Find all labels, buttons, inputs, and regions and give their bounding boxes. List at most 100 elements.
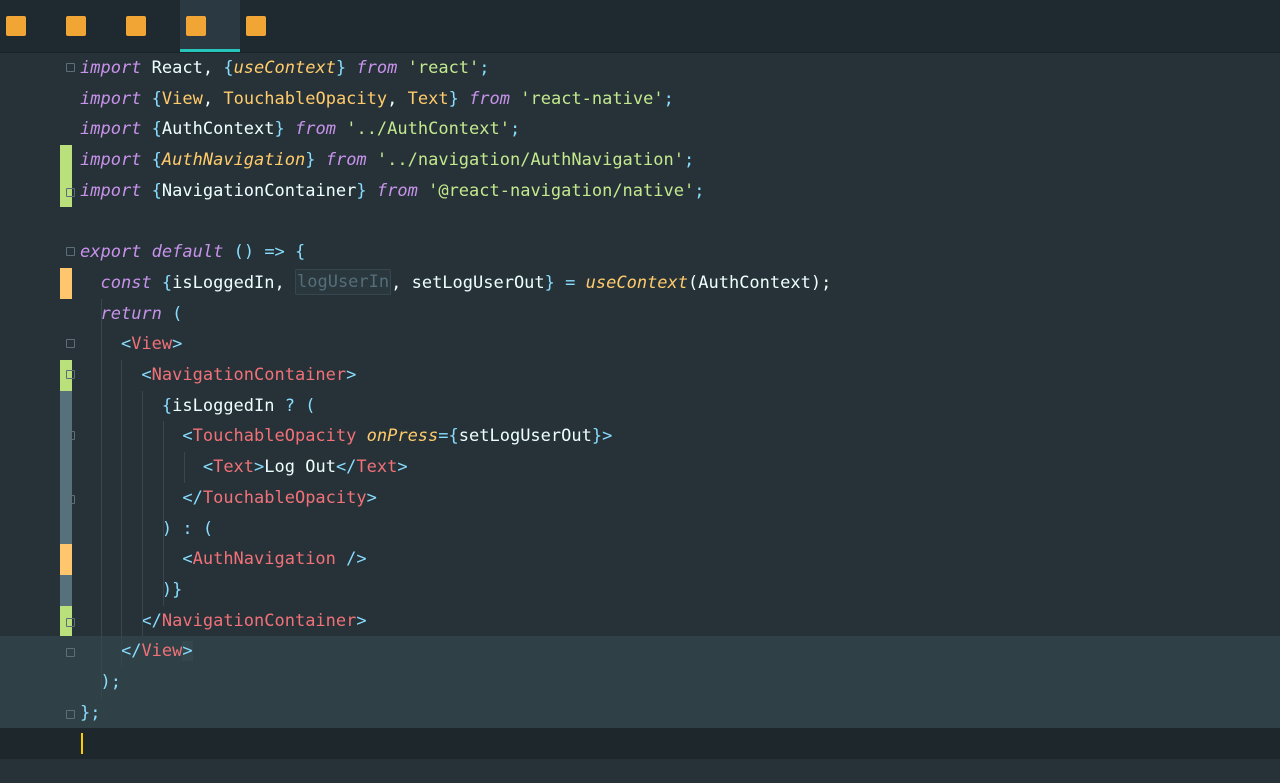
line-number — [0, 544, 40, 575]
code-line[interactable]: import {AuthContext} from '../AuthContex… — [0, 114, 1280, 145]
fold-icon[interactable] — [66, 370, 75, 379]
code-token: default — [151, 242, 224, 263]
code-line[interactable]: }; — [0, 697, 1280, 729]
code-line[interactable]: import React, {useContext} from 'react'; — [0, 53, 1280, 84]
code-line[interactable]: </View> — [0, 636, 1280, 668]
code-token: { — [151, 88, 162, 109]
tab-index[interactable] — [0, 0, 60, 52]
code-line[interactable] — [0, 728, 1280, 760]
code-line[interactable]: ) : ( — [0, 513, 1280, 545]
code-token: > — [397, 457, 408, 478]
code-line[interactable]: export default () => { — [0, 237, 1280, 268]
code-token: ( — [202, 518, 214, 539]
code-token: )} — [161, 579, 183, 600]
line-number — [0, 84, 40, 115]
code-line[interactable] — [0, 207, 1280, 238]
code-token: } — [356, 180, 367, 201]
change-marker — [60, 267, 72, 299]
line-number — [0, 421, 40, 452]
tab-auth-home[interactable] — [240, 0, 300, 52]
code-token: TouchableOpacity — [202, 487, 367, 508]
fold-icon[interactable] — [66, 339, 75, 349]
fold-icon[interactable] — [66, 63, 75, 72]
tab-auth-navigation[interactable] — [60, 0, 120, 52]
code-token: ; — [479, 58, 490, 78]
tab-sign-up[interactable] — [120, 0, 180, 52]
code-token: < — [202, 457, 214, 478]
code-token: < — [182, 426, 193, 447]
code-text: <Text>Log Out</Text> — [80, 452, 408, 483]
code-token: '../navigation/AuthNavigation' — [376, 150, 684, 171]
code-line[interactable]: {isLoggedIn ? ( — [0, 390, 1280, 422]
indent-guide — [142, 390, 143, 637]
code-text: </TouchableOpacity> — [80, 483, 377, 514]
code-line[interactable]: </TouchableOpacity> — [0, 482, 1280, 514]
code-line[interactable]: <TouchableOpacity onPress={setLogUserOut… — [0, 421, 1280, 453]
code-token: => — [264, 242, 285, 263]
fold-icon[interactable] — [66, 247, 75, 257]
code-line[interactable]: <AuthNavigation /> — [0, 544, 1280, 576]
code-line[interactable]: const {isLoggedIn, logUserIn, setLogUser… — [0, 267, 1280, 299]
code-line[interactable]: <NavigationContainer> — [0, 360, 1280, 391]
unused-variable-hint: logUserIn — [295, 268, 392, 295]
tab-nav-controller[interactable] — [180, 0, 240, 52]
code-line[interactable]: import {NavigationContainer} from '@reac… — [0, 175, 1280, 207]
code-line[interactable]: <View> — [0, 329, 1280, 360]
js-file-icon — [126, 16, 146, 36]
code-token: </ — [141, 610, 162, 631]
code-token: } — [305, 150, 316, 171]
indent-guide — [163, 421, 164, 606]
code-token: } — [591, 426, 603, 447]
code-token: const — [100, 272, 152, 293]
fold-icon[interactable] — [66, 431, 75, 441]
code-text: {isLoggedIn ? ( — [80, 391, 316, 422]
fold-icon[interactable] — [66, 617, 75, 627]
js-file-icon — [246, 16, 266, 36]
code-token: { — [223, 58, 234, 78]
code-line[interactable]: return ( — [0, 299, 1280, 330]
code-line[interactable]: import {View, TouchableOpacity, Text} fr… — [0, 84, 1280, 115]
fold-icon[interactable] — [66, 494, 75, 504]
fold-icon[interactable] — [66, 709, 75, 719]
code-token: from — [469, 88, 511, 109]
code-token: ; — [694, 180, 705, 201]
code-line[interactable]: </NavigationContainer> — [0, 605, 1280, 637]
code-text: import React, {useContext} from 'react'; — [80, 53, 490, 84]
code-line[interactable]: ); — [0, 667, 1280, 698]
code-editor[interactable]: import React, {useContext} from 'react';… — [0, 53, 1280, 783]
code-line[interactable]: import {AuthNavigation} from '../navigat… — [0, 145, 1280, 177]
code-token: } — [80, 702, 91, 723]
code-token: NavigationContainer — [161, 180, 357, 201]
fold-icon[interactable] — [66, 187, 75, 197]
code-line[interactable]: <Text>Log Out</Text> — [0, 452, 1280, 484]
code-token: '../AuthContext' — [346, 119, 510, 140]
code-token: onPress — [366, 426, 439, 447]
indent-guide — [101, 298, 102, 698]
code-token: useContext — [585, 272, 689, 293]
editor-tab-bar — [0, 0, 1280, 53]
code-text: <TouchableOpacity onPress={setLogUserOut… — [80, 421, 612, 452]
code-token: isLoggedIn, — [172, 272, 295, 293]
code-token: export — [80, 242, 142, 263]
line-number — [0, 452, 40, 483]
fold-icon[interactable] — [66, 648, 75, 658]
code-token: from — [376, 180, 418, 201]
code-token: NavigationContainer — [161, 610, 357, 631]
change-marker — [60, 574, 72, 606]
code-token: ( — [172, 303, 183, 324]
line-number — [0, 114, 40, 145]
code-line[interactable]: )} — [0, 574, 1280, 606]
code-token: </ — [182, 487, 203, 508]
